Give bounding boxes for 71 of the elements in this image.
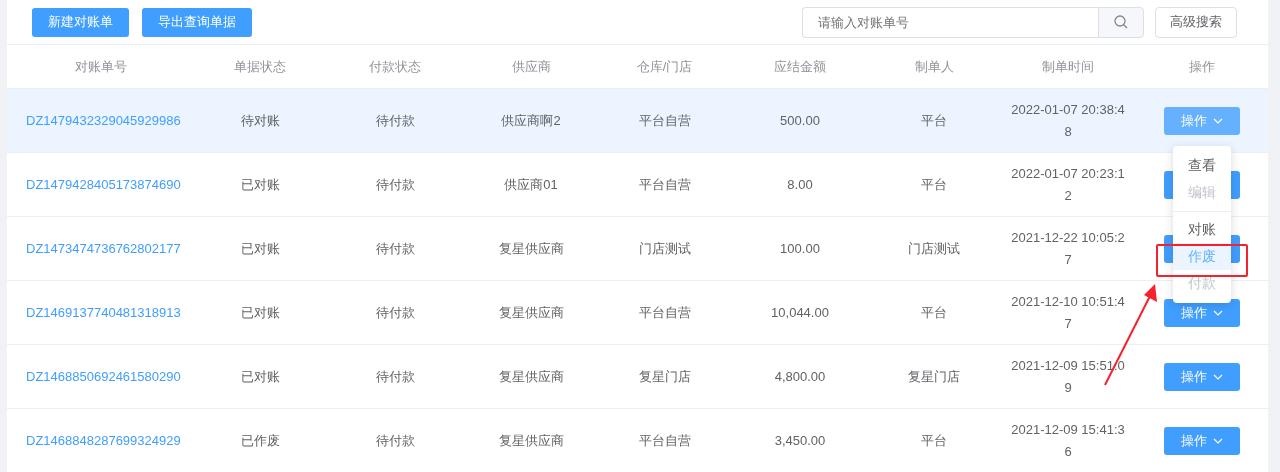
column-header: 操作 bbox=[1188, 57, 1216, 76]
table-cell: 待付款 bbox=[375, 431, 415, 450]
caret-icon bbox=[1213, 309, 1223, 316]
table-cell: 已对账 bbox=[240, 367, 280, 386]
table-cell: 复星供应商 bbox=[498, 367, 564, 386]
table-cell: 平台自营 bbox=[638, 303, 691, 322]
table-cell: 待付款 bbox=[375, 111, 415, 130]
column-header: 制单人 bbox=[913, 57, 955, 76]
menu-item[interactable]: 作废 bbox=[1173, 243, 1231, 270]
table-cell: 复星门店 bbox=[638, 367, 691, 386]
primary-button[interactable]: 新建对账单 bbox=[32, 7, 129, 37]
table-cell: 平台 bbox=[921, 303, 947, 322]
caret-icon bbox=[1213, 437, 1223, 444]
table-cell: 已对账 bbox=[240, 303, 280, 322]
table-cell: 待付款 bbox=[375, 175, 415, 194]
order-link[interactable]: DZ1469137740481318913 bbox=[26, 305, 181, 320]
table-cell: 平台 bbox=[921, 111, 947, 130]
table-cell: 3,450.00 bbox=[774, 433, 826, 448]
action-button[interactable]: 操作 bbox=[1164, 426, 1240, 455]
primary-button[interactable]: 导出查询单据 bbox=[142, 7, 252, 37]
table-cell: 平台自营 bbox=[638, 431, 691, 450]
table-cell: 复星供应商 bbox=[498, 431, 564, 450]
column-header: 单据状态 bbox=[233, 57, 287, 76]
table-cell: 待付款 bbox=[375, 367, 415, 386]
table-cell-text: 2021-12-09 15:41:36 bbox=[1010, 420, 1126, 461]
table-cell: 10,044.00 bbox=[771, 305, 829, 320]
table-cell-text: 2021-12-22 10:05:27 bbox=[1010, 228, 1126, 269]
table-cell: 待付款 bbox=[375, 303, 415, 322]
advanced-search-button[interactable]: 高级搜索 bbox=[1155, 6, 1237, 38]
column-header: 付款状态 bbox=[368, 57, 422, 76]
table-cell: 平台 bbox=[921, 175, 947, 194]
table-cell: 待付款 bbox=[375, 239, 415, 258]
table-cell: 8.00 bbox=[787, 177, 813, 192]
table-cell: 供应商01 bbox=[504, 175, 558, 194]
caret-icon bbox=[1213, 117, 1223, 124]
table-cell: 复星门店 bbox=[908, 367, 960, 386]
table-cell: 4,800.00 bbox=[774, 369, 826, 384]
menu-item[interactable]: 查看 bbox=[1173, 152, 1231, 179]
table-cell-text: 2021-12-10 10:51:47 bbox=[1010, 292, 1126, 333]
caret-icon bbox=[1213, 373, 1223, 380]
table-cell-text: 2022-01-07 20:23:12 bbox=[1010, 164, 1126, 205]
column-header: 供应商 bbox=[510, 57, 552, 76]
column-header: 应结金额 bbox=[773, 57, 827, 76]
column-header: 仓库/门店 bbox=[635, 57, 694, 76]
table-cell: 平台 bbox=[921, 431, 947, 450]
action-button[interactable]: 操作 bbox=[1164, 106, 1240, 135]
order-link[interactable]: DZ1479432329045929986 bbox=[26, 113, 181, 128]
table-cell: 门店测试 bbox=[908, 239, 960, 258]
table-cell: 500.00 bbox=[780, 113, 820, 128]
table-cell: 待对账 bbox=[240, 111, 280, 130]
table-cell: 平台自营 bbox=[638, 111, 691, 130]
table-cell: 门店测试 bbox=[638, 239, 691, 258]
order-link[interactable]: DZ1468848287699324929 bbox=[26, 433, 181, 448]
action-button[interactable]: 操作 bbox=[1164, 362, 1240, 391]
table-cell: 供应商啊2 bbox=[501, 111, 561, 130]
table-cell: 复星供应商 bbox=[498, 303, 564, 322]
table-cell: 已对账 bbox=[240, 239, 280, 258]
column-header: 对账单号 bbox=[74, 57, 128, 76]
search-field[interactable]: 请输入对账单号 bbox=[802, 6, 1098, 38]
menu-item[interactable]: 对账 bbox=[1173, 216, 1231, 243]
table-cell-text: 2022-01-07 20:38:48 bbox=[1010, 100, 1126, 141]
table-cell: 已对账 bbox=[240, 175, 280, 194]
table-cell: 已作废 bbox=[240, 431, 280, 450]
order-link[interactable]: DZ1468850692461580290 bbox=[26, 369, 181, 384]
order-link[interactable]: DZ1473474736762802177 bbox=[26, 241, 181, 256]
table-cell: 复星供应商 bbox=[498, 239, 564, 258]
search-icon[interactable] bbox=[1098, 6, 1144, 38]
column-header: 制单时间 bbox=[1041, 57, 1095, 76]
table-cell: 平台自营 bbox=[638, 175, 691, 194]
table-cell: 100.00 bbox=[780, 241, 820, 256]
order-link[interactable]: DZ1479428405173874690 bbox=[26, 177, 181, 192]
